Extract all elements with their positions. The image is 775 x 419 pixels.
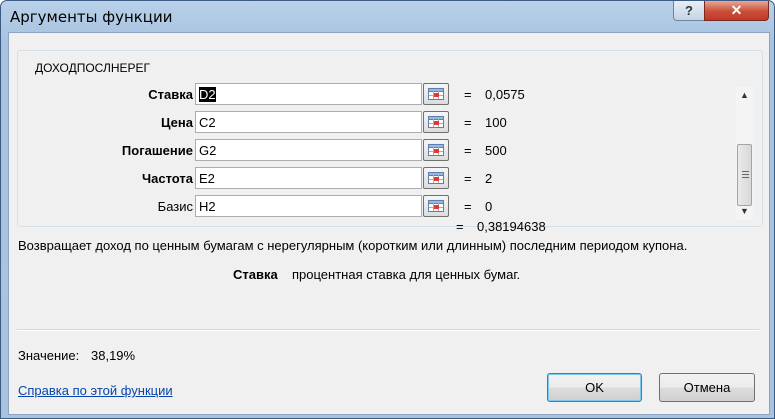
input-text: E2 [199,171,215,186]
cancel-button[interactable]: Отмена [659,373,755,402]
input-text: H2 [199,199,216,214]
input-text: C2 [199,115,216,130]
argument-row: Частота E2 = 2 [18,166,763,190]
argument-input[interactable]: C2 [195,111,422,133]
argument-equals: = [464,115,472,130]
title-bar[interactable]: Аргументы функции ? ✕ [1,1,774,33]
arguments-scrollbar[interactable]: ▲ ▼ [736,87,753,220]
argument-value: 500 [485,143,507,158]
argument-value: 2 [485,171,493,186]
argument-help-name: Ставка [233,267,278,282]
argument-label: Ставка [148,87,193,102]
grip-line [742,177,749,178]
collapse-range-icon[interactable] [423,83,449,105]
argument-value: 0,0575 [485,87,525,102]
argument-input[interactable]: G2 [195,139,422,161]
argument-value: 100 [485,115,507,130]
argument-help-text: процентная ставка для ценных бумаг. [292,267,521,282]
ok-button[interactable]: OK [547,373,642,402]
help-button[interactable]: ? [673,1,705,21]
formula-result: 0,38194638 [477,219,546,234]
argument-input[interactable]: E2 [195,167,422,189]
selected-text: D2 [199,87,216,102]
scroll-down-icon[interactable]: ▼ [736,203,753,220]
argument-equals: = [464,87,472,102]
result-equals: = [456,219,464,234]
collapse-range-icon[interactable] [423,167,449,189]
argument-equals: = [464,143,472,158]
dialog-body: ДОХОДПОСЛНЕРЕГ Ставка D2 = 0,0575 Цена C2 = 100… [8,32,770,415]
argument-input[interactable]: D2 [195,83,422,105]
argument-row: Базис H2 = 0 [18,194,763,218]
input-text: G2 [199,143,217,158]
collapse-range-icon[interactable] [423,111,449,133]
function-arguments-dialog: Аргументы функции ? ✕ ДОХОДПОСЛНЕРЕГ Ста… [0,0,775,419]
argument-equals: = [464,171,472,186]
argument-label: Частота [141,171,193,186]
divider [17,329,759,331]
argument-label: Базис [157,199,193,214]
argument-row: Цена C2 = 100 [18,110,763,134]
arguments-group: ДОХОДПОСЛНЕРЕГ Ставка D2 = 0,0575 Цена C2 = 100… [17,50,763,227]
function-name: ДОХОДПОСЛНЕРЕГ [32,61,154,75]
close-button[interactable]: ✕ [704,1,769,21]
grip-line [742,171,749,172]
grip-line [742,174,749,175]
argument-row: Погашение G2 = 500 [18,138,763,162]
argument-label: Погашение [121,143,193,158]
window-title: Аргументы функции [10,8,173,26]
argument-label: Цена [161,115,193,130]
argument-input[interactable]: H2 [195,195,422,217]
argument-equals: = [464,199,472,214]
value-result: 38,19% [91,348,136,363]
scroll-up-icon[interactable]: ▲ [736,87,753,104]
scroll-thumb[interactable] [737,144,752,206]
collapse-range-icon[interactable] [423,139,449,161]
help-link[interactable]: Справка по этой функции [18,383,173,398]
collapse-range-icon[interactable] [423,195,449,217]
argument-value: 0 [485,199,493,214]
value-label: Значение: [18,348,80,363]
argument-row: Ставка D2 = 0,0575 [18,82,763,106]
function-description: Возвращает доход по ценным бумагам с нер… [18,238,688,253]
